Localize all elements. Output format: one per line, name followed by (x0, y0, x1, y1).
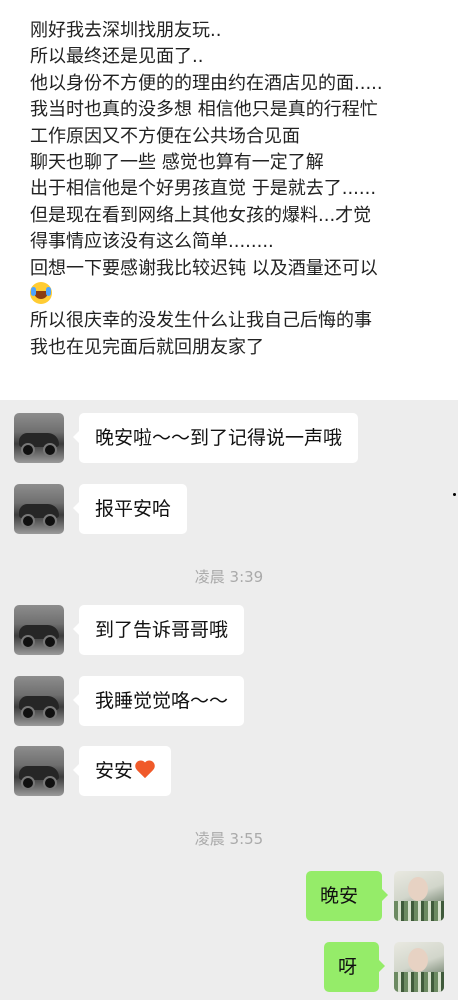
orange-heart-icon (135, 760, 155, 780)
post-line-6: 聊天也聊了一些 感觉也算有一定了解 (30, 152, 324, 174)
message-bubble[interactable]: 报平安哈 (72, 484, 188, 534)
message-bubble[interactable]: 晚安啦～～到了记得说一声哦 (72, 413, 359, 463)
car-avatar-icon[interactable] (14, 484, 64, 534)
car-avatar-icon[interactable] (14, 746, 64, 796)
chat-message-outgoing: 呀 (0, 942, 458, 992)
car-avatar-icon[interactable] (14, 413, 64, 463)
message-bubble[interactable]: 晚安 (306, 871, 388, 921)
post-line-1: 刚好我去深圳找朋友玩.. (30, 20, 222, 41)
message-bubble[interactable]: 我睡觉觉咯～～ (72, 676, 245, 726)
message-bubble[interactable]: 安安 (72, 746, 172, 796)
chat-message-incoming: 安安 (0, 746, 458, 796)
message-text: 安安 (95, 760, 134, 782)
message-bubble[interactable]: 呀 (324, 942, 385, 992)
timestamp: 凌晨 3:55 (194, 830, 264, 848)
chat-message-incoming: 我睡觉觉咯～～ (0, 676, 458, 726)
timestamp: 凌晨 3:39 (194, 568, 264, 586)
post-line-12: 所以很庆幸的没发生什么让我自己后悔的事 (30, 310, 372, 332)
post-line-5: 工作原因又不方便在公共场合见面 (30, 125, 300, 147)
post-line-10: 回想一下要感谢我比较迟钝 以及酒量还可以 (30, 257, 378, 279)
user-avatar-icon[interactable] (394, 942, 444, 992)
car-avatar-icon[interactable] (14, 676, 64, 726)
post-line-9: 得事情应该没有这么简单........ (30, 231, 274, 253)
message-bubble[interactable]: 到了告诉哥哥哦 (72, 605, 245, 655)
chat-message-outgoing: 晚安 (0, 871, 458, 921)
laughing-tears-emoji-icon (30, 282, 52, 305)
post-line-4: 我当时也真的没多想 相信他只是真的行程忙 (30, 99, 378, 121)
car-avatar-icon[interactable] (14, 605, 64, 655)
chat-message-incoming: 到了告诉哥哥哦 (0, 605, 458, 655)
chat-message-incoming: 报平安哈 (0, 484, 458, 534)
quoted-post-text: 刚好我去深圳找朋友玩.. 所以最终还是见面了.. 他以身份不方便的的理由约在酒店… (0, 0, 458, 400)
post-line-8: 但是现在看到网络上其他女孩的爆料...才觉 (30, 204, 372, 226)
chat-message-incoming: 晚安啦～～到了记得说一声哦 (0, 413, 458, 463)
post-line-2: 所以最终还是见面了.. (30, 46, 204, 68)
post-line-7: 出于相信他是个好男孩直觉 于是就去了...... (30, 178, 377, 200)
post-line-13: 我也在见完面后就回朋友家了 (30, 336, 264, 358)
user-avatar-icon[interactable] (394, 871, 444, 921)
post-line-3: 他以身份不方便的的理由约在酒店见的面..... (30, 72, 383, 94)
post-line-emoji (30, 282, 444, 308)
